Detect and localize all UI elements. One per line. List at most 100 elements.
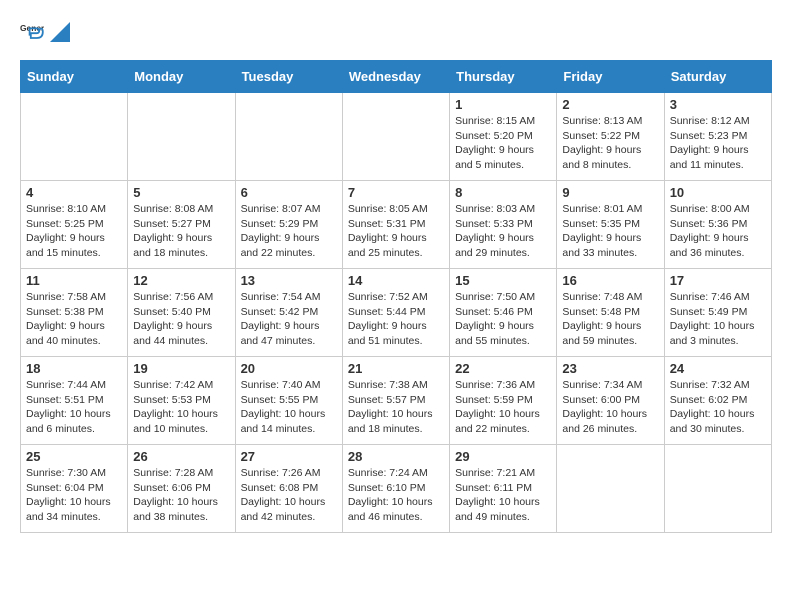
day-info: Sunrise: 7:56 AMSunset: 5:40 PMDaylight:… (133, 290, 229, 349)
day-number: 8 (455, 185, 551, 200)
day-number: 22 (455, 361, 551, 376)
day-cell: 2 Sunrise: 8:13 AMSunset: 5:22 PMDaylight… (557, 93, 664, 181)
day-cell: 26 Sunrise: 7:28 AMSunset: 6:06 PMDayligh… (128, 445, 235, 533)
col-header-sunday: Sunday (21, 61, 128, 93)
day-number: 21 (348, 361, 444, 376)
day-cell: 28 Sunrise: 7:24 AMSunset: 6:10 PMDayligh… (342, 445, 449, 533)
day-number: 14 (348, 273, 444, 288)
day-cell: 24Sunrise: 7:32 AMSunset: 6:02 PMDayligh… (664, 357, 771, 445)
day-number: 5 (133, 185, 229, 200)
day-cell: 19 Sunrise: 7:42 AMSunset: 5:53 PMDayligh… (128, 357, 235, 445)
day-info: Sunrise: 7:40 AMSunset: 5:55 PMDaylight:… (241, 378, 337, 437)
day-cell: 7 Sunrise: 8:05 AMSunset: 5:31 PMDaylight… (342, 181, 449, 269)
day-cell: 10 Sunrise: 8:00 AMSunset: 5:36 PMDayligh… (664, 181, 771, 269)
col-header-wednesday: Wednesday (342, 61, 449, 93)
day-info: Sunrise: 8:07 AMSunset: 5:29 PMDaylight:… (241, 202, 337, 261)
day-info: Sunrise: 7:54 AMSunset: 5:42 PMDaylight:… (241, 290, 337, 349)
day-cell: 21 Sunrise: 7:38 AMSunset: 5:57 PMDayligh… (342, 357, 449, 445)
day-cell: 27Sunrise: 7:26 AMSunset: 6:08 PMDayligh… (235, 445, 342, 533)
day-cell: 13 Sunrise: 7:54 AMSunset: 5:42 PMDayligh… (235, 269, 342, 357)
day-info: Sunrise: 8:15 AMSunset: 5:20 PMDaylight:… (455, 114, 551, 173)
day-info: Sunrise: 7:36 AMSunset: 5:59 PMDaylight:… (455, 378, 551, 437)
day-number: 18 (26, 361, 122, 376)
day-info: Sunrise: 7:38 AMSunset: 5:57 PMDaylight:… (348, 378, 444, 437)
calendar-table: SundayMondayTuesdayWednesdayThursdayFrid… (20, 60, 772, 533)
col-header-monday: Monday (128, 61, 235, 93)
header-row: SundayMondayTuesdayWednesdayThursdayFrid… (21, 61, 772, 93)
col-header-friday: Friday (557, 61, 664, 93)
day-info: Sunrise: 7:32 AMSunset: 6:02 PMDaylight:… (670, 378, 766, 437)
day-info: Sunrise: 8:03 AMSunset: 5:33 PMDaylight:… (455, 202, 551, 261)
day-cell: 1 Sunrise: 8:15 AMSunset: 5:20 PMDaylight… (450, 93, 557, 181)
day-number: 15 (455, 273, 551, 288)
day-number: 4 (26, 185, 122, 200)
day-cell: 15 Sunrise: 7:50 AMSunset: 5:46 PMDayligh… (450, 269, 557, 357)
day-info: Sunrise: 7:50 AMSunset: 5:46 PMDaylight:… (455, 290, 551, 349)
day-cell: 14 Sunrise: 7:52 AMSunset: 5:44 PMDayligh… (342, 269, 449, 357)
day-info: Sunrise: 7:21 AMSunset: 6:11 PMDaylight:… (455, 466, 551, 525)
day-info: Sunrise: 7:34 AMSunset: 6:00 PMDaylight:… (562, 378, 658, 437)
day-info: Sunrise: 8:08 AMSunset: 5:27 PMDaylight:… (133, 202, 229, 261)
day-cell: 9 Sunrise: 8:01 AMSunset: 5:35 PMDaylight… (557, 181, 664, 269)
day-info: Sunrise: 8:00 AMSunset: 5:36 PMDaylight:… (670, 202, 766, 261)
day-info: Sunrise: 7:58 AMSunset: 5:38 PMDaylight:… (26, 290, 122, 349)
day-info: Sunrise: 7:42 AMSunset: 5:53 PMDaylight:… (133, 378, 229, 437)
day-number: 26 (133, 449, 229, 464)
day-info: Sunrise: 7:24 AMSunset: 6:10 PMDaylight:… (348, 466, 444, 525)
day-cell (664, 445, 771, 533)
day-info: Sunrise: 8:10 AMSunset: 5:25 PMDaylight:… (26, 202, 122, 261)
day-cell: 29 Sunrise: 7:21 AMSunset: 6:11 PMDayligh… (450, 445, 557, 533)
day-info: Sunrise: 7:46 AMSunset: 5:49 PMDaylight:… (670, 290, 766, 349)
day-info: Sunrise: 7:28 AMSunset: 6:06 PMDaylight:… (133, 466, 229, 525)
day-cell: 6 Sunrise: 8:07 AMSunset: 5:29 PMDaylight… (235, 181, 342, 269)
logo: General (20, 20, 70, 44)
logo-icon: General (20, 20, 44, 44)
day-cell: 23 Sunrise: 7:34 AMSunset: 6:00 PMDayligh… (557, 357, 664, 445)
day-number: 13 (241, 273, 337, 288)
day-cell: 4 Sunrise: 8:10 AMSunset: 5:25 PMDaylight… (21, 181, 128, 269)
day-number: 11 (26, 273, 122, 288)
day-number: 7 (348, 185, 444, 200)
week-row-3: 11 Sunrise: 7:58 AMSunset: 5:38 PMDayligh… (21, 269, 772, 357)
day-cell: 11 Sunrise: 7:58 AMSunset: 5:38 PMDayligh… (21, 269, 128, 357)
day-number: 25 (26, 449, 122, 464)
day-cell (21, 93, 128, 181)
day-number: 16 (562, 273, 658, 288)
week-row-1: 1 Sunrise: 8:15 AMSunset: 5:20 PMDaylight… (21, 93, 772, 181)
day-number: 2 (562, 97, 658, 112)
day-number: 12 (133, 273, 229, 288)
day-cell: 3Sunrise: 8:12 AMSunset: 5:23 PMDaylight… (664, 93, 771, 181)
week-row-5: 25 Sunrise: 7:30 AMSunset: 6:04 PMDayligh… (21, 445, 772, 533)
day-cell (557, 445, 664, 533)
day-info: Sunrise: 8:05 AMSunset: 5:31 PMDaylight:… (348, 202, 444, 261)
day-number: 6 (241, 185, 337, 200)
day-cell: 5 Sunrise: 8:08 AMSunset: 5:27 PMDaylight… (128, 181, 235, 269)
day-info: Sunrise: 8:13 AMSunset: 5:22 PMDaylight:… (562, 114, 658, 173)
day-number: 23 (562, 361, 658, 376)
day-cell: 18 Sunrise: 7:44 AMSunset: 5:51 PMDayligh… (21, 357, 128, 445)
day-number: 1 (455, 97, 551, 112)
day-number: 10 (670, 185, 766, 200)
day-number: 3 (670, 97, 766, 112)
day-info: Sunrise: 7:44 AMSunset: 5:51 PMDaylight:… (26, 378, 122, 437)
day-number: 19 (133, 361, 229, 376)
day-cell: 20 Sunrise: 7:40 AMSunset: 5:55 PMDayligh… (235, 357, 342, 445)
day-info: Sunrise: 7:30 AMSunset: 6:04 PMDaylight:… (26, 466, 122, 525)
day-number: 28 (348, 449, 444, 464)
day-info: Sunrise: 7:48 AMSunset: 5:48 PMDaylight:… (562, 290, 658, 349)
day-cell: 8 Sunrise: 8:03 AMSunset: 5:33 PMDaylight… (450, 181, 557, 269)
day-number: 20 (241, 361, 337, 376)
day-cell: 17Sunrise: 7:46 AMSunset: 5:49 PMDayligh… (664, 269, 771, 357)
day-info: Sunrise: 7:52 AMSunset: 5:44 PMDaylight:… (348, 290, 444, 349)
logo-triangle-icon (50, 22, 70, 42)
day-info: Sunrise: 7:26 AMSunset: 6:08 PMDaylight:… (241, 466, 337, 525)
header: General (20, 20, 772, 44)
day-cell: 22 Sunrise: 7:36 AMSunset: 5:59 PMDayligh… (450, 357, 557, 445)
day-number: 9 (562, 185, 658, 200)
day-cell (342, 93, 449, 181)
week-row-4: 18 Sunrise: 7:44 AMSunset: 5:51 PMDayligh… (21, 357, 772, 445)
day-number: 29 (455, 449, 551, 464)
day-info: Sunrise: 8:01 AMSunset: 5:35 PMDaylight:… (562, 202, 658, 261)
day-cell: 12 Sunrise: 7:56 AMSunset: 5:40 PMDayligh… (128, 269, 235, 357)
day-cell (128, 93, 235, 181)
